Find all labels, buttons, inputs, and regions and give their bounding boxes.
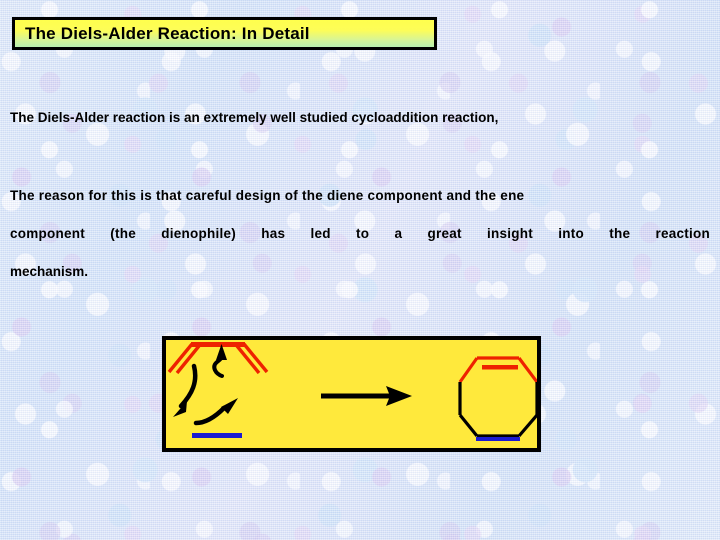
page-title: The Diels-Alder Reaction: In Detail <box>25 23 310 43</box>
product-alkene-inner-line <box>482 365 518 370</box>
reaction-scheme-box <box>162 336 541 452</box>
product-bond-upper-left <box>458 357 479 383</box>
dienophile-double-bond <box>192 433 242 438</box>
slide-title-box: The Diels-Alder Reaction: In Detail <box>12 17 437 50</box>
body-paragraph-2-line-1: The reason for this is that careful desi… <box>10 188 525 203</box>
product-bond-upper-right <box>517 357 537 383</box>
body-paragraph-2-line-3: mechanism. <box>10 264 89 279</box>
cyclohexene-product <box>458 356 537 441</box>
product-bond-lower-left <box>458 413 479 438</box>
curly-arrow-up-right <box>193 398 238 426</box>
product-dienophile-bond <box>476 437 520 441</box>
curly-arrow-up <box>212 344 227 378</box>
curly-arrow-down-left <box>173 363 198 417</box>
reaction-arrow <box>321 386 412 406</box>
product-bond-lower-right <box>517 413 537 438</box>
body-paragraph-2-line-2: component (the dienophile) has led to a … <box>10 226 710 241</box>
slide-canvas: The Diels-Alder Reaction: In Detail The … <box>0 0 720 540</box>
slide-background-texture <box>0 0 720 540</box>
body-paragraph-1: The Diels-Alder reaction is an extremely… <box>10 110 499 125</box>
reaction-scheme-graphic <box>167 342 537 441</box>
